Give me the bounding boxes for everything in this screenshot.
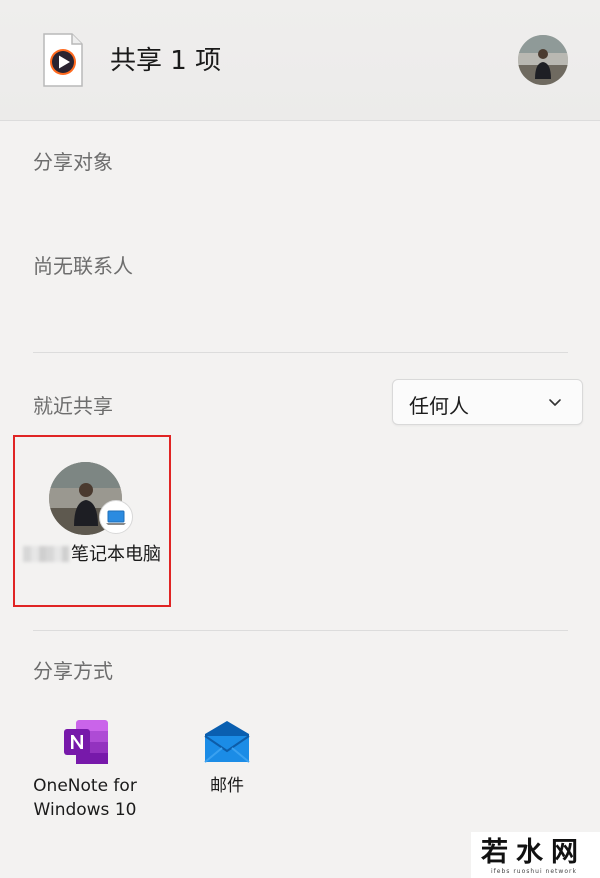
media-player-file-icon xyxy=(40,32,86,88)
site-watermark: 若水网 ifebs ruoshui network xyxy=(471,832,600,878)
watermark-text: 若水网 xyxy=(481,837,586,868)
mail-icon xyxy=(204,721,250,763)
share-to-label: 分享对象 xyxy=(33,150,113,174)
dropdown-value: 任何人 xyxy=(409,394,469,418)
redacted-name xyxy=(23,546,69,562)
divider xyxy=(33,630,568,631)
divider xyxy=(33,352,568,353)
share-header: 共享 1 项 xyxy=(0,0,600,121)
device-name: 笔记本电脑 xyxy=(13,542,171,567)
app-label: 邮件 xyxy=(210,776,244,796)
laptop-icon xyxy=(99,500,133,534)
chevron-down-icon xyxy=(549,399,561,406)
watermark-subtext: ifebs ruoshui network xyxy=(491,868,577,875)
share-title: 共享 1 项 xyxy=(110,46,222,76)
nearby-share-label: 就近共享 xyxy=(33,394,113,418)
app-label: OneNote for Windows 10 xyxy=(33,776,137,820)
nearby-visibility-dropdown[interactable]: 任何人 xyxy=(392,379,583,425)
onenote-icon xyxy=(64,720,108,764)
device-name-text: 笔记本电脑 xyxy=(71,544,161,565)
user-avatar[interactable] xyxy=(518,35,568,85)
empty-contacts-text: 尚无联系人 xyxy=(33,254,133,278)
app-mail[interactable]: 邮件 xyxy=(162,718,292,798)
app-onenote[interactable]: OneNote for Windows 10 xyxy=(20,718,150,822)
share-with-label: 分享方式 xyxy=(33,659,113,683)
